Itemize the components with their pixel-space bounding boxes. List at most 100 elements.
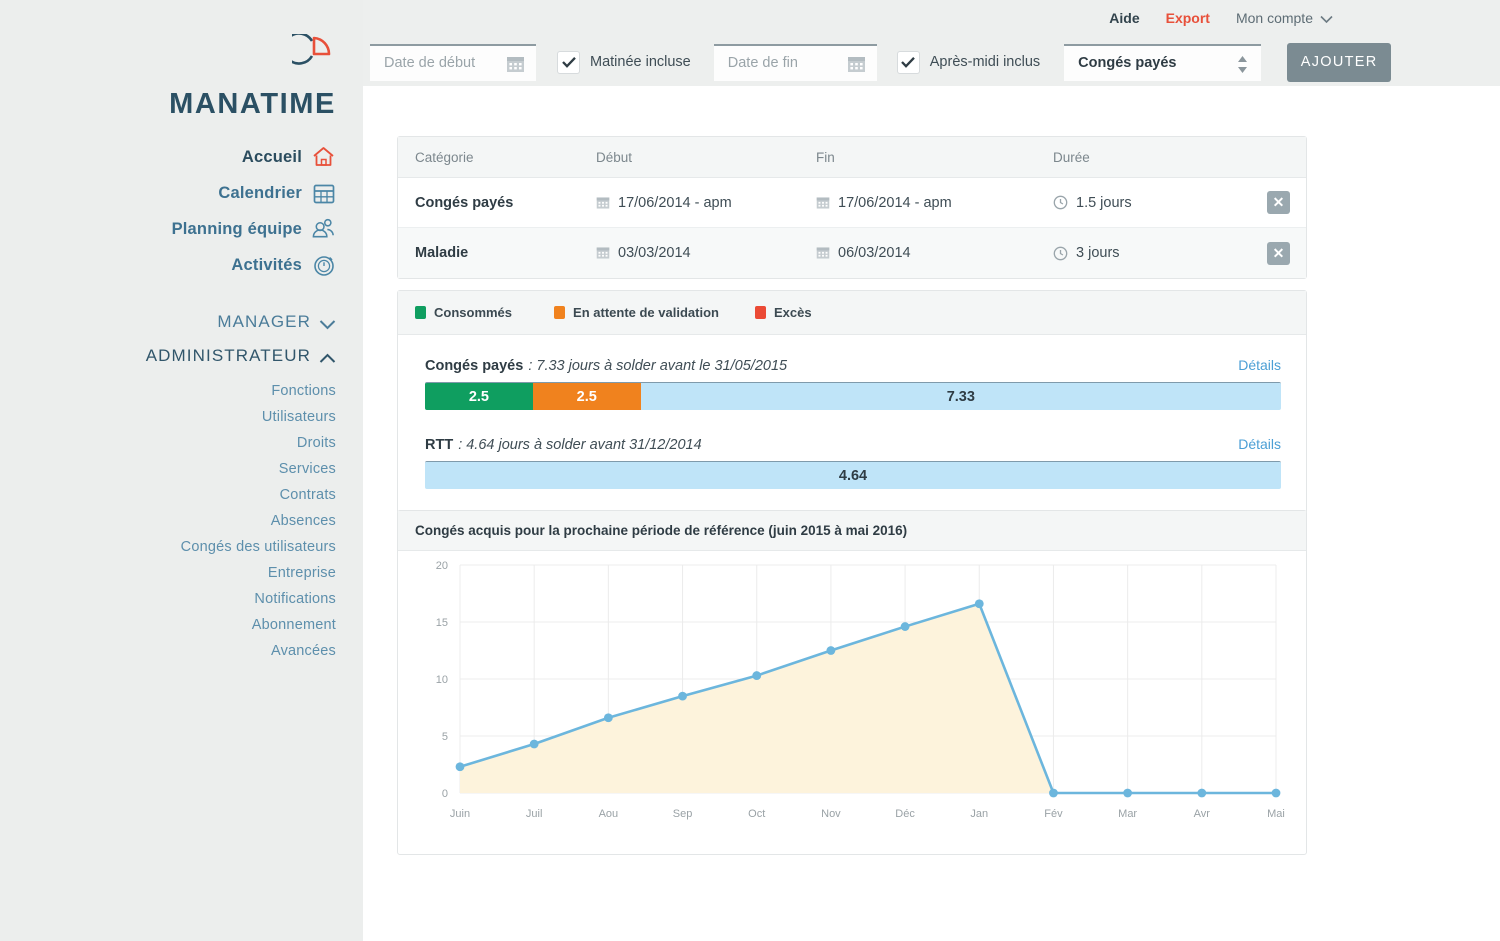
checkbox-box[interactable]	[898, 52, 919, 73]
start-date-placeholder: Date de début	[370, 55, 475, 71]
updown-spinner-icon[interactable]	[1237, 55, 1248, 74]
leave-category-select[interactable]: Congés payés	[1064, 44, 1261, 81]
sidebar-item-notifications[interactable]: Notifications	[0, 586, 336, 612]
legend-item-en-attente: En attente de validation	[554, 305, 719, 320]
top-navigation: Aide Export Mon compte	[1109, 0, 1500, 36]
cell-start: 03/03/2014	[596, 245, 816, 261]
svg-text:0: 0	[442, 788, 448, 800]
sidebar: MANATIME Accueil Calendrier	[0, 0, 363, 941]
svg-text:Mar: Mar	[1118, 808, 1137, 820]
balances-legend: Consommés En attente de validation Excès	[398, 291, 1306, 335]
balance-note: : 4.64 jours à solder avant 31/12/2014	[458, 437, 701, 453]
legend-swatch	[415, 306, 426, 319]
table-header-row: Catégorie Début Fin Durée	[398, 137, 1306, 178]
calendar-icon	[816, 246, 830, 260]
sidebar-item-conges-des-utilisateurs[interactable]: Congés des utilisateurs	[0, 534, 336, 560]
sidebar-group-label: MANAGER	[217, 312, 311, 332]
stopwatch-icon	[311, 253, 336, 278]
cell-duration: 3 jours	[1053, 245, 1253, 261]
cell-start-text: 17/06/2014 - apm	[618, 195, 732, 211]
sidebar-item-absences[interactable]: Absences	[0, 508, 336, 534]
legend-item-consommes: Consommés	[415, 305, 512, 320]
check-icon	[901, 57, 915, 68]
sidebar-group-manager[interactable]: MANAGER	[0, 312, 336, 332]
details-link[interactable]: Détails	[1238, 357, 1281, 373]
svg-text:Juin: Juin	[450, 808, 470, 820]
svg-text:Nov: Nov	[821, 808, 841, 820]
account-menu[interactable]: Mon compte	[1236, 10, 1333, 26]
help-link[interactable]: Aide	[1109, 10, 1139, 26]
chart-title: Congés acquis pour la prochaine période …	[398, 511, 1306, 551]
sidebar-item-abonnement[interactable]: Abonnement	[0, 612, 336, 638]
column-header-debut: Début	[596, 150, 816, 165]
leave-table-card: Catégorie Début Fin Durée Congés payés 1…	[397, 136, 1307, 279]
svg-text:20: 20	[436, 560, 448, 572]
balance-bar: 2.5 2.5 7.33	[425, 382, 1281, 410]
svg-text:Aou: Aou	[599, 808, 619, 820]
sidebar-item-label: Accueil	[242, 148, 302, 167]
svg-text:Mai: Mai	[1267, 808, 1285, 820]
balance-header: Congés payés : 7.33 jours à solder avant…	[425, 357, 1281, 374]
users-icon	[311, 217, 336, 242]
end-date-input[interactable]: Date de fin	[714, 44, 877, 81]
column-header-fin: Fin	[816, 150, 1053, 165]
afternoon-included-checkbox[interactable]: Après-midi inclus	[898, 52, 1040, 73]
balance-header: RTT : 4.64 jours à solder avant 31/12/20…	[425, 436, 1281, 453]
balance-bar: 4.64	[425, 461, 1281, 489]
morning-included-checkbox[interactable]: Matinée incluse	[558, 52, 691, 73]
balances-card: Consommés En attente de validation Excès…	[397, 290, 1307, 514]
acquired-leave-chart-card: Congés acquis pour la prochaine période …	[397, 510, 1307, 855]
chart-plot-area: 05101520JuinJuilAouSepOctNovDécJanFévMar…	[398, 551, 1306, 855]
sidebar-item-utilisateurs[interactable]: Utilisateurs	[0, 404, 336, 430]
checkbox-box[interactable]	[558, 52, 579, 73]
legend-swatch	[755, 306, 766, 319]
morning-included-label: Matinée incluse	[590, 54, 691, 70]
add-button[interactable]: AJOUTER	[1287, 43, 1391, 82]
brand-logo-icon	[292, 34, 332, 76]
brand-name: MANATIME	[0, 88, 336, 121]
sidebar-item-services[interactable]: Services	[0, 456, 336, 482]
calendar-icon[interactable]	[847, 55, 866, 74]
svg-text:Déc: Déc	[895, 808, 915, 820]
start-date-input[interactable]: Date de début	[370, 44, 536, 81]
sidebar-item-droits[interactable]: Droits	[0, 430, 336, 456]
calendar-icon	[816, 196, 830, 210]
calendar-icon	[596, 196, 610, 210]
export-link[interactable]: Export	[1166, 10, 1210, 26]
details-link[interactable]: Détails	[1238, 436, 1281, 452]
check-icon	[562, 57, 576, 68]
chevron-down-icon	[1320, 10, 1333, 26]
cell-duration-text: 1.5 jours	[1076, 195, 1132, 211]
sidebar-item-activites[interactable]: Activités	[0, 250, 336, 280]
calendar-icon[interactable]	[506, 55, 525, 74]
svg-text:Jan: Jan	[970, 808, 988, 820]
sidebar-item-planning-equipe[interactable]: Planning équipe	[0, 214, 336, 244]
sidebar-item-contrats[interactable]: Contrats	[0, 482, 336, 508]
balance-segment-restant: 4.64	[425, 462, 1281, 489]
chevron-down-icon	[319, 317, 336, 328]
cell-end-text: 17/06/2014 - apm	[838, 195, 952, 211]
cell-duration: 1.5 jours	[1053, 195, 1253, 211]
delete-row-button[interactable]: ✕	[1267, 191, 1290, 214]
svg-text:Avr: Avr	[1194, 808, 1211, 820]
sidebar-admin-submenu: Fonctions Utilisateurs Droits Services C…	[0, 378, 336, 664]
sidebar-item-calendrier[interactable]: Calendrier	[0, 178, 336, 208]
sidebar-item-accueil[interactable]: Accueil	[0, 142, 336, 172]
cell-end-text: 06/03/2014	[838, 245, 911, 261]
balance-name: RTT	[425, 437, 453, 453]
sidebar-item-label: Planning équipe	[172, 220, 302, 239]
clock-icon	[1053, 246, 1068, 261]
delete-row-button[interactable]: ✕	[1267, 242, 1290, 265]
area-chart: 05101520JuinJuilAouSepOctNovDécJanFévMar…	[398, 551, 1306, 854]
sidebar-item-fonctions[interactable]: Fonctions	[0, 378, 336, 404]
chevron-up-icon	[319, 351, 336, 362]
cell-end: 17/06/2014 - apm	[816, 195, 1053, 211]
sidebar-main-nav: Accueil Calendrier	[0, 142, 336, 286]
home-icon	[311, 145, 336, 170]
cell-end: 06/03/2014	[816, 245, 1053, 261]
sidebar-group-administrateur[interactable]: ADMINISTRATEUR	[0, 346, 336, 366]
balance-segment-en-attente: 2.5	[533, 383, 641, 410]
sidebar-item-avancees[interactable]: Avancées	[0, 638, 336, 664]
balance-segment-restant: 7.33	[641, 383, 1281, 410]
sidebar-item-entreprise[interactable]: Entreprise	[0, 560, 336, 586]
